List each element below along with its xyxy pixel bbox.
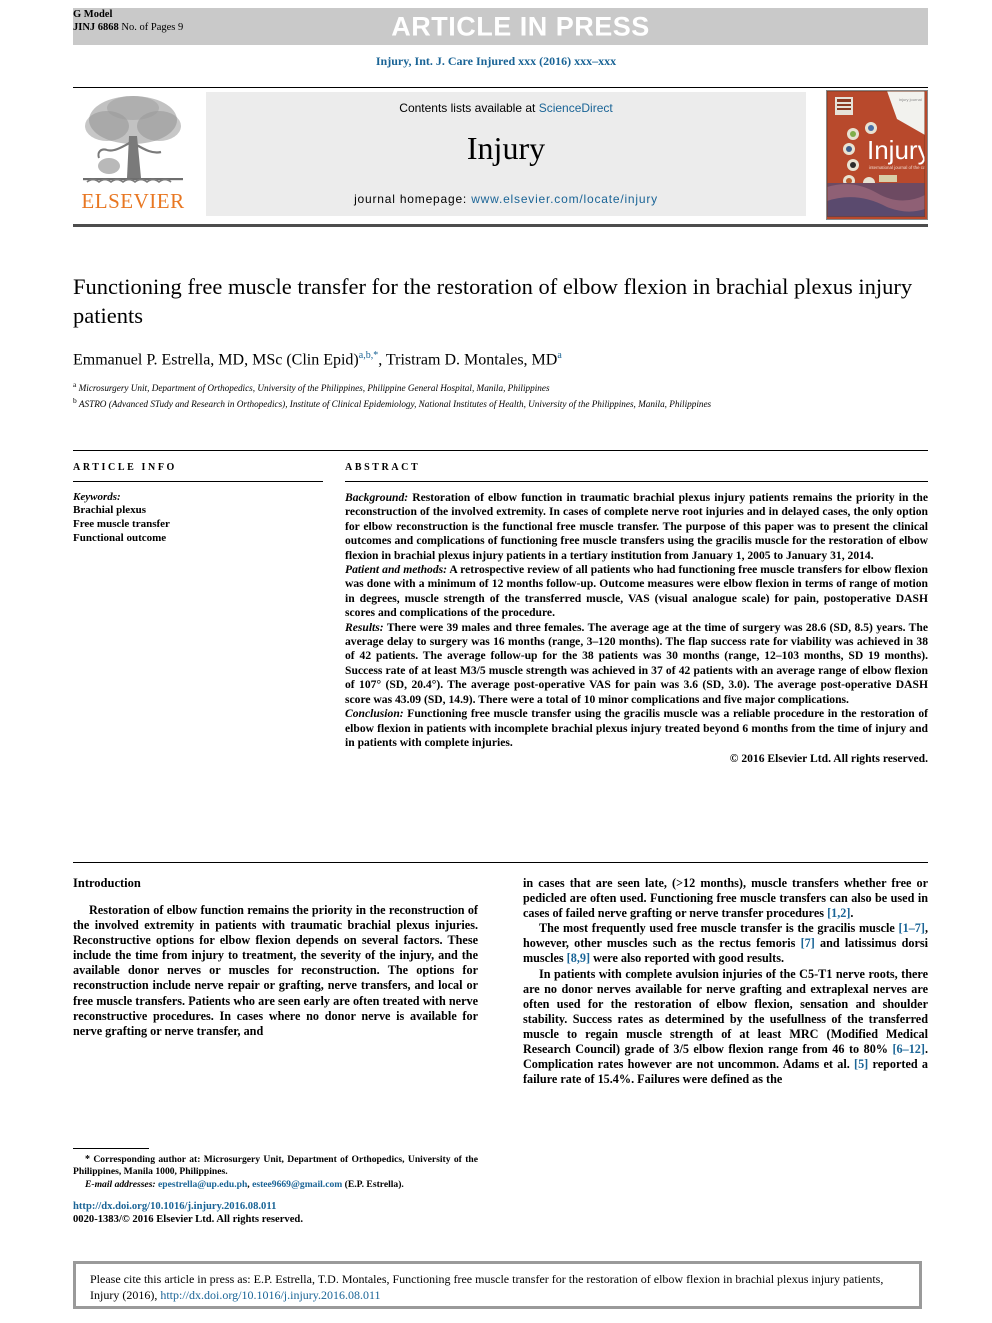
introduction-paragraph-right-2: The most frequently used free muscle tra…	[523, 921, 928, 966]
footnote-divider	[73, 1148, 149, 1149]
body-right-column: in cases that are seen late, (>12 months…	[523, 876, 928, 1087]
journal-cover-art: injury journal Injury international jour…	[827, 91, 927, 218]
abstract-body: Background: Restoration of elbow functio…	[345, 491, 928, 767]
citation-ref[interactable]: [7]	[801, 936, 815, 950]
email-addresses-label: E-mail addresses:	[85, 1178, 156, 1190]
svg-text:Injury: Injury	[867, 135, 925, 165]
affiliation-a: a Microsurgery Unit, Department of Ortho…	[73, 379, 928, 394]
elsevier-logo: ELSEVIER	[73, 92, 193, 216]
author-list: Emmanuel P. Estrella, MD, MSc (Clin Epid…	[73, 346, 928, 370]
citation-ref[interactable]: [1–7]	[899, 921, 925, 935]
journal-title: Injury	[466, 130, 546, 166]
keyword-item: Free muscle transfer	[73, 518, 170, 531]
article-info-column: ARTICLE INFO Keywords: Brachial plexus F…	[73, 462, 323, 546]
doi-link[interactable]: http://dx.doi.org/10.1016/j.injury.2016.…	[73, 1201, 276, 1212]
g-model-info: G Model JINJ 6868 No. of Pages 9	[73, 8, 183, 34]
author-one-affil-marker: a,b,*	[358, 350, 379, 361]
abstract-text-conclusion: Functioning free muscle transfer using t…	[345, 707, 928, 749]
email-owner: (E.P. Estrella).	[342, 1178, 404, 1190]
article-in-press-label: ARTICLE IN PRESS	[391, 11, 650, 41]
article-in-press-banner: ARTICLE IN PRESS	[73, 8, 928, 45]
abstract-copyright: © 2016 Elsevier Ltd. All rights reserved…	[729, 752, 928, 766]
corresponding-author-text: Corresponding author at: Microsurgery Un…	[73, 1154, 478, 1178]
abstract-text-background: Restoration of elbow function in traumat…	[345, 491, 928, 562]
intro-r2-text: The most frequently used free muscle tra…	[539, 921, 899, 936]
svg-text:international journal of the c: international journal of the care of the…	[869, 165, 925, 170]
svg-text:injury journal: injury journal	[899, 97, 922, 102]
citation-ref[interactable]: [6–12]	[892, 1042, 925, 1056]
author-two: , Tristram D. Montales, MD	[378, 351, 558, 369]
abstract-text-results: There were 39 males and three females. T…	[345, 620, 928, 706]
keywords-list: Brachial plexus Free muscle transfer Fun…	[73, 503, 323, 546]
divider-above-body	[73, 862, 928, 863]
keywords-label: Keywords:	[73, 491, 121, 503]
citation-ref[interactable]: [5]	[854, 1057, 868, 1071]
author-two-affil-marker: a	[557, 350, 562, 361]
footnote-block: * Corresponding author at: Microsurgery …	[73, 1154, 478, 1191]
keyword-item: Brachial plexus	[73, 504, 147, 516]
body-left-column: Introduction Restoration of elbow functi…	[73, 876, 478, 1039]
intro-r2-text-d: were also reported with good results.	[590, 951, 785, 966]
affiliation-a-text: Microsurgery Unit, Department of Orthope…	[76, 383, 550, 394]
title-block: Functioning free muscle transfer for the…	[73, 272, 928, 410]
homepage-prefix: journal homepage:	[354, 192, 472, 206]
introduction-heading: Introduction	[73, 876, 141, 890]
cite-doi-link[interactable]: http://dx.doi.org/10.1016/j.injury.2016.…	[160, 1288, 380, 1302]
page-title: Functioning free muscle transfer for the…	[73, 274, 913, 328]
intro-r1-tail: .	[850, 906, 854, 921]
affiliation-b-text: ASTRO (Advanced STudy and Research in Or…	[76, 398, 712, 409]
abstract-label-results: Results:	[345, 620, 384, 634]
introduction-paragraph-left: Restoration of elbow function remains th…	[73, 903, 478, 1038]
cite-this-article-text: Please cite this article in press as: E.…	[76, 1264, 919, 1303]
sciencedirect-link[interactable]: ScienceDirect	[539, 101, 613, 115]
email-link-primary[interactable]: epestrella@up.edu.ph	[158, 1179, 247, 1190]
keyword-item: Functional outcome	[73, 532, 167, 545]
introduction-paragraph-right-1: in cases that are seen late, (>12 months…	[523, 876, 928, 921]
g-model-label: G Model	[73, 9, 113, 20]
affiliation-b: b ASTRO (Advanced STudy and Research in …	[73, 395, 928, 410]
contents-panel: Contents lists available at ScienceDirec…	[206, 92, 806, 216]
cite-this-article-box: Please cite this article in press as: E.…	[73, 1261, 922, 1309]
g-model-pages: JINJ 6868 No. of Pages 9	[73, 22, 184, 33]
issn-copyright-line: 0020-1383/© 2016 Elsevier Ltd. All right…	[73, 1214, 303, 1226]
intro-r3-text: In patients with complete avulsion injur…	[523, 966, 928, 1057]
running-head: Injury, Int. J. Care Injured xxx (2016) …	[375, 54, 617, 68]
abstract-section-background: Background: Restoration of elbow functio…	[345, 491, 928, 563]
contents-available-line: Contents lists available at ScienceDirec…	[206, 101, 806, 115]
email-link-secondary[interactable]: estee9669@gmail.com	[252, 1179, 342, 1190]
intro-r1-text: in cases that are seen late, (>12 months…	[523, 876, 928, 921]
abstract-heading: ABSTRACT	[345, 462, 421, 473]
doi-block: http://dx.doi.org/10.1016/j.injury.2016.…	[73, 1200, 478, 1227]
abstract-column: ABSTRACT Background: Restoration of elbo…	[345, 462, 928, 767]
abstract-label-conclusion: Conclusion:	[345, 707, 404, 721]
article-info-heading: ARTICLE INFO	[73, 462, 177, 473]
elsevier-tree-icon	[83, 96, 183, 184]
journal-masthead: ELSEVIER Contents lists available at Sci…	[73, 87, 928, 227]
abstract-section-methods: Patient and methods: A retrospective rev…	[345, 563, 928, 621]
journal-cover-thumbnail: injury journal Injury international jour…	[826, 90, 928, 220]
citation-ref[interactable]: [8,9]	[567, 951, 590, 965]
elsevier-wordmark: ELSEVIER	[81, 189, 185, 213]
author-one: Emmanuel P. Estrella, MD, MSc (Clin Epid…	[73, 351, 359, 369]
citation-ref[interactable]: [1,2]	[827, 906, 850, 920]
article-info-rule	[73, 481, 323, 482]
journal-homepage-link[interactable]: www.elsevier.com/locate/injury	[471, 192, 658, 206]
abstract-section-conclusion: Conclusion: Functioning free muscle tran…	[345, 707, 928, 750]
journal-homepage-line: journal homepage: www.elsevier.com/locat…	[206, 192, 806, 206]
corresponding-author-note: * Corresponding author at: Microsurgery …	[73, 1154, 478, 1179]
abstract-rule	[345, 481, 928, 482]
divider-above-abstract	[73, 450, 928, 451]
contents-prefix: Contents lists available at	[399, 101, 539, 115]
abstract-section-results: Results: There were 39 males and three f…	[345, 621, 928, 707]
abstract-label-methods: Patient and methods:	[345, 563, 448, 577]
introduction-paragraph-right-3: In patients with complete avulsion injur…	[523, 967, 928, 1088]
email-addresses-note: E-mail addresses: epestrella@up.edu.ph, …	[73, 1179, 478, 1191]
abstract-label-background: Background:	[345, 491, 409, 504]
